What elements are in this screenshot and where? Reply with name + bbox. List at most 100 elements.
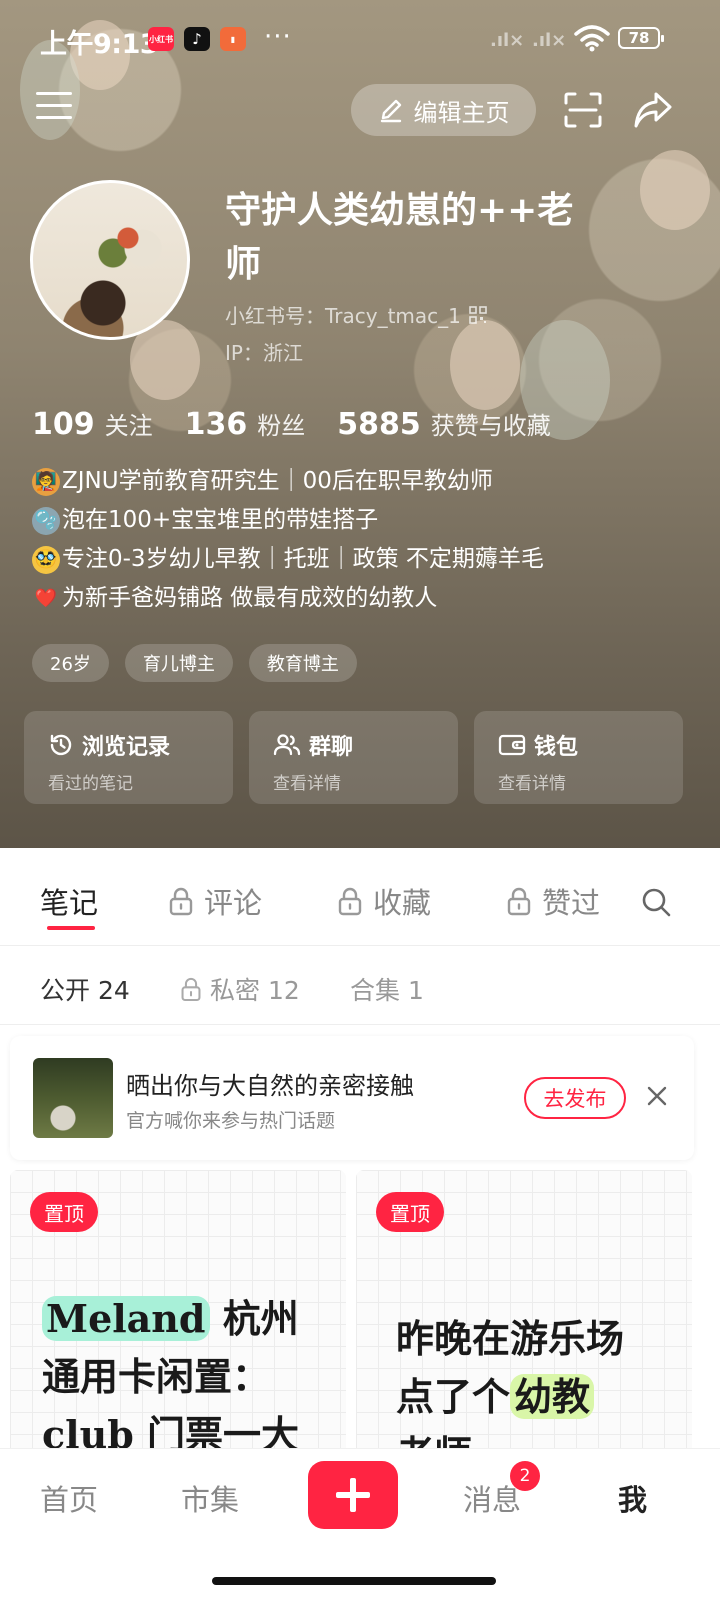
nav-market[interactable]: 市集 <box>181 1477 239 1519</box>
profile-nickname: 守护人类幼崽的++老师 <box>225 190 574 285</box>
create-post-button[interactable] <box>308 1461 398 1529</box>
note-highlight: Meland <box>42 1296 210 1341</box>
profile-tags: 26岁 育儿博主 教育博主 <box>32 644 357 682</box>
card-title: 浏览记录 <box>82 735 171 760</box>
bio-line: 🧑‍🏫 ZJNU学前教育研究生｜00后在职早教幼师 <box>32 462 544 501</box>
tag-parenting-blogger[interactable]: 育儿博主 <box>124 644 233 682</box>
share-icon[interactable] <box>632 90 674 130</box>
note-cover-text: Meland 杭州 通用卡闲置： club 门票一大 <box>42 1290 299 1464</box>
douyin-app-icon: ♪ <box>184 27 210 51</box>
bio-text: ZJNU学前教育研究生｜00后在职早教幼师 <box>62 468 493 494</box>
promo-subtitle: 官方喊你来参与热门话题 <box>126 1110 336 1132</box>
signal-icon: .ıl× <box>490 30 525 51</box>
note-line: 点了个 <box>396 1374 511 1419</box>
pencil-icon <box>380 99 401 123</box>
content-tabs: 笔记 评论 收藏 赞过 <box>0 848 720 946</box>
lock-icon <box>507 887 531 916</box>
close-icon[interactable] <box>646 1085 668 1107</box>
note-cover-text: 昨晚在游乐场 点了个幼教 老师 <box>396 1310 624 1470</box>
subtab-private[interactable]: 私密 12 <box>180 971 300 1007</box>
wallet-card[interactable]: 钱包 查看详情 <box>474 711 683 804</box>
note-card[interactable]: 置顶 昨晚在游乐场 点了个幼教 老师 <box>356 1170 692 1470</box>
bottom-navigation: 首页 市集 消息 2 我 <box>0 1448 720 1600</box>
stat-label: 获赞与收藏 <box>430 412 551 440</box>
tab-comments[interactable]: 评论 <box>168 880 262 922</box>
message-count-badge: 2 <box>510 1461 540 1491</box>
wifi-icon <box>574 25 610 52</box>
tab-label: 评论 <box>204 886 263 920</box>
bio-text: 为新手爸妈铺路 做最有成效的幼教人 <box>62 585 438 611</box>
battery-icon: 78 <box>618 27 664 49</box>
home-indicator[interactable] <box>212 1577 496 1585</box>
pinned-badge: 置顶 <box>376 1192 444 1232</box>
clock-history-icon <box>50 734 72 756</box>
nav-home[interactable]: 首页 <box>40 1477 98 1519</box>
fairy-illustration <box>640 150 710 230</box>
profile-quick-cards: 浏览记录 看过的笔记 群聊 查看详情 钱包 查看详情 <box>24 711 683 804</box>
subtab-public[interactable]: 公开 24 <box>40 971 130 1007</box>
app-icon: ▮ <box>220 27 246 51</box>
tag-age: 26岁 <box>32 644 109 682</box>
note-highlight: 幼教 <box>510 1374 595 1419</box>
bubbles-emoji-icon: 🫧 <box>32 506 60 535</box>
lock-icon <box>338 887 362 916</box>
teacher-emoji-icon: 🧑‍🏫 <box>32 467 60 496</box>
subtab-label: 私密 12 <box>210 976 300 1005</box>
active-tab-indicator <box>47 926 95 930</box>
edit-profile-label: 编辑主页 <box>413 98 510 127</box>
fairy-illustration <box>450 320 520 410</box>
bio-line: 🫧 泡在100+宝宝堆里的带娃搭子 <box>32 501 544 540</box>
ip-location: IP：浙江 <box>225 341 303 365</box>
note-card[interactable]: 置顶 Meland 杭州 通用卡闲置： club 门票一大 <box>10 1170 346 1470</box>
topic-promo-banner[interactable]: 晒出你与大自然的亲密接触 官方喊你来参与热门话题 去发布 <box>10 1036 694 1160</box>
nav-me[interactable]: 我 <box>618 1477 647 1519</box>
stat-number: 136 <box>184 407 248 442</box>
note-filter-tabs: 公开 24 私密 12 合集 1 <box>0 947 720 1025</box>
subtab-collection[interactable]: 合集 1 <box>350 971 424 1007</box>
card-title: 群聊 <box>309 735 354 760</box>
note-line: 杭州 <box>222 1296 299 1341</box>
heart-emoji-icon: ❤️ <box>34 588 58 609</box>
tag-education-blogger[interactable]: 教育博主 <box>248 644 357 682</box>
promo-thumbnail <box>33 1058 113 1138</box>
group-chat-card[interactable]: 群聊 查看详情 <box>249 711 458 804</box>
stat-followers[interactable]: 136 粉丝 <box>185 406 306 442</box>
tab-notes[interactable]: 笔记 <box>40 880 98 922</box>
bio-text: 专注0-3岁幼儿早教｜托班｜政策 不定期薅羊毛 <box>62 546 544 572</box>
tab-label: 赞过 <box>542 886 601 920</box>
bio-text: 泡在100+宝宝堆里的带娃搭子 <box>62 507 379 533</box>
stat-following[interactable]: 109 关注 <box>32 406 153 442</box>
tab-label: 收藏 <box>373 886 432 920</box>
card-subtitle: 查看详情 <box>273 774 341 794</box>
stat-likes-collections[interactable]: 5885 获赞与收藏 <box>337 406 551 442</box>
note-line: 昨晚在游乐场 <box>396 1316 625 1361</box>
browse-history-card[interactable]: 浏览记录 看过的笔记 <box>24 711 233 804</box>
red-id-text: 小红书号：Tracy_tmac_1 <box>225 304 461 328</box>
menu-button[interactable] <box>36 92 72 122</box>
red-id[interactable]: 小红书号：Tracy_tmac_1 <box>225 300 487 329</box>
pinned-badge: 置顶 <box>30 1192 98 1232</box>
card-subtitle: 看过的笔记 <box>48 774 133 794</box>
edit-profile-button[interactable]: 编辑主页 <box>351 84 536 136</box>
profile-bio: 🧑‍🏫 ZJNU学前教育研究生｜00后在职早教幼师 🫧 泡在100+宝宝堆里的带… <box>32 462 544 618</box>
wallet-icon <box>498 734 526 756</box>
stat-label: 关注 <box>104 412 153 440</box>
scan-icon[interactable] <box>564 92 602 128</box>
publish-button[interactable]: 去发布 <box>524 1077 626 1119</box>
tab-collections[interactable]: 收藏 <box>337 880 431 922</box>
card-subtitle: 查看详情 <box>498 774 566 794</box>
bio-line: ❤️ 为新手爸妈铺路 做最有成效的幼教人 <box>32 579 544 618</box>
stat-label: 粉丝 <box>257 412 306 440</box>
qr-code-icon <box>469 305 487 324</box>
disguise-face-emoji-icon: 🥸 <box>32 545 60 574</box>
note-line: 通用卡闲置： <box>42 1354 271 1399</box>
tab-label: 笔记 <box>40 886 99 920</box>
status-time: 上午9:13 <box>40 29 159 60</box>
tab-liked[interactable]: 赞过 <box>506 880 600 922</box>
avatar[interactable] <box>30 180 190 340</box>
signal-icon-2: .ıl× <box>532 30 567 51</box>
status-bar: 上午9:13 小红书 ♪ ▮ ··· .ıl× .ıl× 78 <box>0 0 720 78</box>
stat-number: 109 <box>32 407 95 442</box>
promo-title: 晒出你与大自然的亲密接触 <box>126 1072 414 1100</box>
search-icon[interactable] <box>640 886 672 918</box>
